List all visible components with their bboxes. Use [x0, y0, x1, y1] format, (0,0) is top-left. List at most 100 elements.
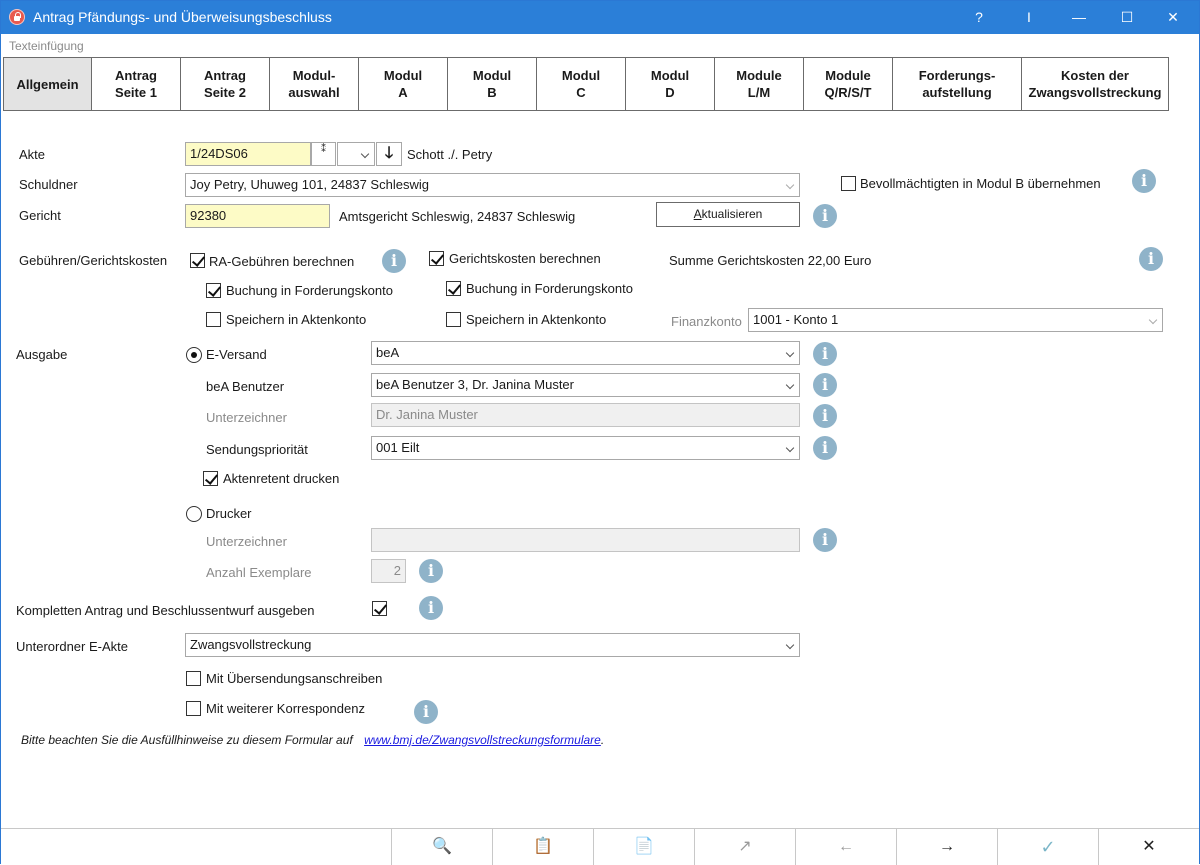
- eversand-radio[interactable]: [186, 347, 202, 363]
- forward-button[interactable]: →: [896, 829, 997, 865]
- cursor-icon[interactable]: I: [1006, 1, 1052, 34]
- ausgabe-label: Ausgabe: [16, 347, 68, 362]
- gerichtskosten-checkbox[interactable]: [429, 251, 444, 266]
- back-button[interactable]: ←: [795, 829, 896, 865]
- unterzeichner-field: Dr. Janina Muster: [371, 403, 800, 427]
- unterordner-label: Unterordner E-Akte: [16, 639, 128, 654]
- akte-input[interactable]: 1/24DS06: [185, 142, 311, 166]
- hint-label: Bitte beachten Sie die Ausfüllhinweise z…: [21, 733, 353, 747]
- hint-period: .: [600, 733, 605, 747]
- tab-modul-b[interactable]: Modul B: [448, 57, 537, 111]
- drucker-label: Drucker: [206, 506, 252, 521]
- bea-user-label: beA Benutzer: [206, 379, 285, 394]
- info-icon[interactable]: i: [813, 528, 837, 552]
- tab-antrag-seite-1[interactable]: Antrag Seite 1: [92, 57, 181, 111]
- drucker-radio[interactable]: [186, 506, 202, 522]
- tab-module-q-r-s-t[interactable]: Module Q/R/S/T: [804, 57, 893, 111]
- info-icon[interactable]: i: [1132, 169, 1156, 193]
- export-button[interactable]: ↗: [694, 829, 795, 865]
- finanzkonto-label: Finanzkonto: [671, 314, 742, 329]
- tab-modul-c[interactable]: Modul C: [537, 57, 626, 111]
- komplett-label: Kompletten Antrag und Beschlussentwurf a…: [16, 603, 315, 618]
- akte-label: Akte: [19, 147, 46, 162]
- exemplare-field: 2: [371, 559, 406, 583]
- arrow-right-icon: →: [939, 838, 955, 855]
- cancel-button[interactable]: ✕: [1098, 829, 1199, 865]
- minimize-button[interactable]: —: [1056, 1, 1102, 34]
- app-lock-icon: [9, 9, 25, 25]
- aktenretent-label: Aktenretent drucken: [223, 471, 340, 486]
- gericht-code-input[interactable]: 92380: [185, 204, 330, 228]
- clipboard-icon: 📋: [533, 838, 553, 855]
- search-icon: 🔍: [432, 838, 452, 855]
- uebersendung-checkbox[interactable]: [186, 671, 201, 686]
- gericht-label: Gericht: [19, 208, 61, 223]
- korrespondenz-checkbox[interactable]: [186, 701, 201, 716]
- info-icon[interactable]: i: [382, 249, 406, 273]
- tab-module-l-m[interactable]: Module L/M: [715, 57, 804, 111]
- close-window-button[interactable]: ✕: [1150, 1, 1196, 34]
- gk-speichern-label: Speichern in Aktenkonto: [466, 312, 607, 327]
- gericht-name: Amtsgericht Schleswig, 24837 Schleswig: [339, 209, 576, 224]
- info-icon[interactable]: i: [813, 373, 837, 397]
- tab-modulauswahl[interactable]: Modul- auswahl: [270, 57, 359, 111]
- hint-text: Bitte beachten Sie die Ausfüllhinweise z…: [21, 733, 604, 747]
- ok-button[interactable]: ✓: [997, 829, 1098, 865]
- bea-user-select[interactable]: beA Benutzer 3, Dr. Janina Muster: [371, 373, 800, 397]
- gk-buchung-checkbox[interactable]: [446, 281, 461, 296]
- aktenretent-checkbox[interactable]: [203, 471, 218, 486]
- drucker-unterzeichner-field: [371, 528, 800, 552]
- ra-buchung-checkbox[interactable]: [206, 283, 221, 298]
- aktualisieren-label: ktualisieren: [701, 207, 763, 221]
- akte-parties: Schott ./. Petry: [407, 147, 493, 162]
- gk-speichern-checkbox[interactable]: [446, 312, 461, 327]
- komplett-checkbox[interactable]: [372, 601, 387, 616]
- akte-down-button[interactable]: 🡓: [376, 142, 402, 166]
- aktualisieren-button[interactable]: Aktualisieren: [656, 202, 800, 227]
- eversand-select[interactable]: beA: [371, 341, 800, 365]
- info-icon[interactable]: i: [813, 342, 837, 366]
- menu-text-insert[interactable]: Texteinfügung: [9, 39, 84, 53]
- bevollmaechtigten-checkbox[interactable]: [841, 176, 856, 191]
- search-button[interactable]: 🔍: [391, 829, 492, 865]
- finanzkonto-select[interactable]: 1001 - Konto 1: [748, 308, 1163, 332]
- tab-antrag-seite-2[interactable]: Antrag Seite 2: [181, 57, 270, 111]
- summe-gerichtskosten: Summe Gerichtskosten 22,00 Euro: [669, 253, 872, 268]
- info-icon[interactable]: i: [414, 700, 438, 724]
- ra-buchung-label: Buchung in Forderungskonto: [226, 283, 393, 298]
- clipboard-button[interactable]: 📋: [492, 829, 593, 865]
- maximize-button[interactable]: ☐: [1104, 1, 1150, 34]
- info-icon[interactable]: i: [813, 436, 837, 460]
- tab-modul-d[interactable]: Modul D: [626, 57, 715, 111]
- tab-forderungsaufstellung[interactable]: Forderungs- aufstellung: [893, 57, 1022, 111]
- document-button[interactable]: 📄: [593, 829, 694, 865]
- info-icon[interactable]: i: [1139, 247, 1163, 271]
- schuldner-select[interactable]: Joy Petry, Uhuweg 101, 24837 Schleswig: [185, 173, 800, 197]
- info-icon[interactable]: i: [419, 596, 443, 620]
- checkmark-icon: ✓: [1040, 837, 1056, 857]
- dialog-window: Antrag Pfändungs- und Überweisungsbeschl…: [0, 0, 1200, 865]
- tab-allgemein[interactable]: Allgemein: [3, 57, 92, 111]
- ra-speichern-checkbox[interactable]: [206, 312, 221, 327]
- akte-suffix-combo[interactable]: [337, 142, 375, 166]
- uebersendung-label: Mit Übersendungsanschreiben: [206, 671, 383, 686]
- gebuehren-label: Gebühren/Gerichtskosten: [19, 253, 168, 268]
- prioritaet-select[interactable]: 001 Eilt: [371, 436, 800, 460]
- footer-toolbar: 🔍 📋 📄 ↗ ← → ✓ ✕: [1, 828, 1199, 865]
- ra-gebuehren-checkbox[interactable]: [190, 253, 205, 268]
- bmj-link[interactable]: www.bmj.de/Zwangsvollstreckungsformulare: [364, 733, 601, 747]
- tab-modul-a[interactable]: Modul A: [359, 57, 448, 111]
- unterzeichner-label: Unterzeichner: [206, 410, 287, 425]
- tab-kosten-zwangsvollstreckung[interactable]: Kosten der Zwangsvollstreckung: [1022, 57, 1169, 111]
- unterordner-select[interactable]: Zwangsvollstreckung: [185, 633, 800, 657]
- ra-gebuehren-label: RA-Gebühren berechnen: [209, 254, 355, 269]
- info-icon[interactable]: i: [813, 404, 837, 428]
- export-icon: ↗: [738, 838, 752, 855]
- help-button[interactable]: ?: [956, 1, 1002, 34]
- close-icon: ✕: [1142, 838, 1156, 855]
- info-icon[interactable]: i: [419, 559, 443, 583]
- info-icon[interactable]: i: [813, 204, 837, 228]
- ra-speichern-label: Speichern in Aktenkonto: [226, 312, 367, 327]
- akte-lookup-button[interactable]: ⁑: [311, 142, 336, 166]
- aktualisieren-hotkey: A: [693, 207, 702, 221]
